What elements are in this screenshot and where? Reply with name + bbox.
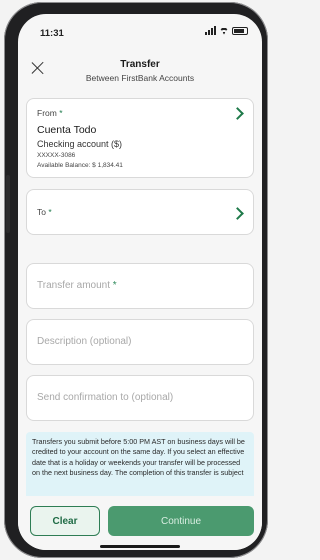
phone-frame: 11:31 Transfer Between FirstBank Account… (4, 2, 268, 558)
amount-placeholder: Transfer amount * (37, 280, 117, 291)
page-subtitle: Between FirstBank Accounts (85, 73, 195, 83)
status-bar: 11:31 (18, 14, 262, 46)
battery-icon (232, 26, 248, 35)
side-button (6, 175, 10, 233)
action-bar: Clear Continue (18, 496, 262, 550)
close-icon[interactable] (30, 60, 46, 76)
home-indicator (100, 545, 180, 548)
to-account-selector[interactable]: To * (26, 189, 254, 235)
description-placeholder: Description (optional) (37, 336, 132, 347)
app-screen: 11:31 Transfer Between FirstBank Account… (18, 14, 262, 550)
chevron-right-icon (231, 207, 244, 220)
transfer-amount-input[interactable]: Transfer amount * (26, 263, 254, 309)
confirmation-placeholder: Send confirmation to (optional) (37, 392, 174, 403)
wifi-icon (219, 26, 229, 35)
status-icons (205, 26, 248, 35)
description-input[interactable]: Description (optional) (26, 319, 254, 365)
page-header: Transfer Between FirstBank Accounts (18, 54, 262, 94)
status-time: 11:31 (40, 28, 64, 39)
account-number: XXXXX-3086 (37, 152, 76, 159)
page-title: Transfer (120, 59, 160, 70)
to-label: To * (37, 207, 52, 217)
clear-button[interactable]: Clear (30, 506, 100, 536)
from-account-selector[interactable]: From * Cuenta Todo Checking account ($) … (26, 98, 254, 178)
account-name: Cuenta Todo (37, 124, 97, 136)
chevron-right-icon (231, 107, 244, 120)
continue-button[interactable]: Continue (108, 506, 254, 536)
confirmation-email-input[interactable]: Send confirmation to (optional) (26, 375, 254, 421)
available-balance: Available Balance: $ 1,834.41 (37, 162, 123, 169)
from-label: From * (37, 108, 63, 118)
account-type: Checking account ($) (37, 139, 123, 149)
signal-icon (205, 26, 216, 35)
